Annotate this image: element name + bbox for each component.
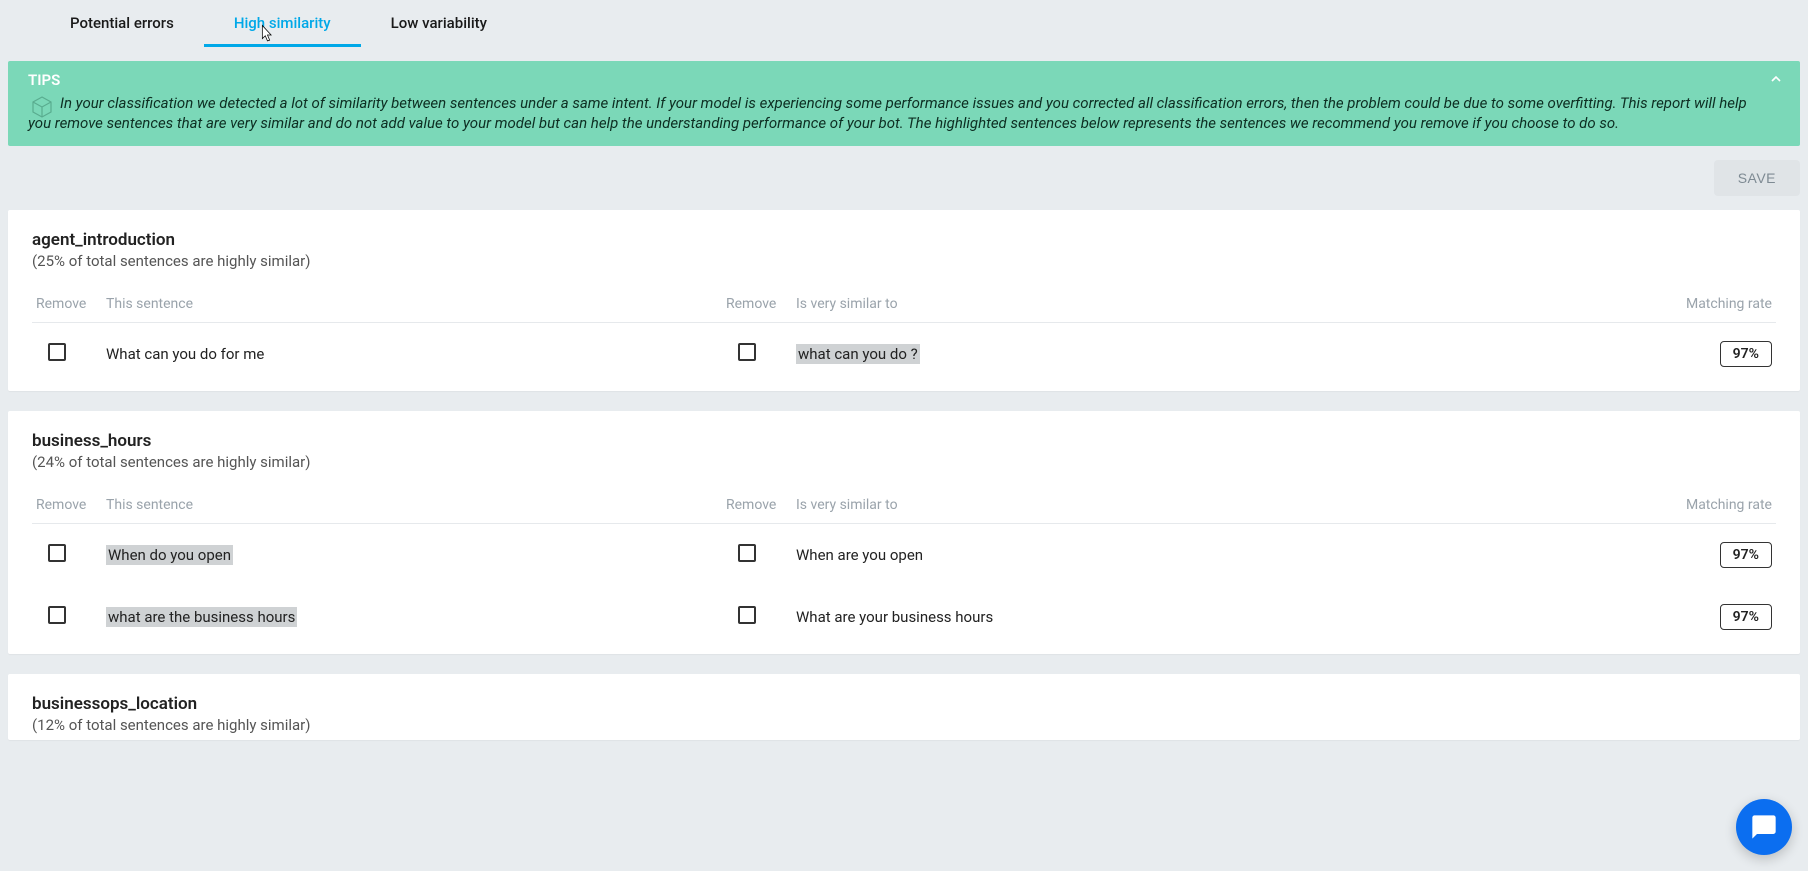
table-row: When do you open When are you open 97%	[32, 523, 1776, 586]
matching-rate-badge: 97%	[1720, 341, 1772, 367]
remove-checkbox-right[interactable]	[738, 544, 756, 562]
similarity-table: RemoveThis sentenceRemoveIs very similar…	[32, 288, 1776, 385]
sentence-right: what can you do ?	[792, 322, 1666, 385]
remove-checkbox-left[interactable]	[48, 343, 66, 361]
tab-potential-errors[interactable]: Potential errors	[40, 0, 204, 47]
save-button[interactable]: SAVE	[1714, 160, 1800, 196]
sentence-right: When are you open	[792, 523, 1666, 586]
intent-name: agent_introduction	[32, 230, 1776, 250]
tab-high-similarity[interactable]: High similarity	[204, 0, 361, 47]
sentence-left: what are the business hours	[102, 586, 722, 648]
intent-card: business_hours (24% of total sentences ar…	[8, 411, 1800, 654]
table-header: Remove	[32, 288, 102, 323]
cube-icon	[30, 95, 54, 119]
tab-low-variability[interactable]: Low variability	[361, 0, 517, 47]
tips-banner: TIPS In your classification we detected …	[8, 61, 1800, 146]
intent-subtitle: (24% of total sentences are highly simil…	[32, 453, 1776, 471]
table-header: This sentence	[102, 288, 722, 323]
intent-cards: agent_introduction (25% of total sentence…	[0, 210, 1808, 740]
intent-name: business_hours	[32, 431, 1776, 451]
save-row: SAVE	[0, 146, 1808, 210]
remove-checkbox-right[interactable]	[738, 343, 756, 361]
intent-name: businessops_location	[32, 694, 1776, 714]
table-header: Matching rate	[1666, 489, 1776, 524]
remove-checkbox-left[interactable]	[48, 544, 66, 562]
tips-title: TIPS	[28, 71, 1760, 89]
matching-rate-badge: 97%	[1720, 604, 1772, 630]
tips-body: In your classification we detected a lot…	[28, 93, 1760, 134]
table-header: Matching rate	[1666, 288, 1776, 323]
intent-card: agent_introduction (25% of total sentence…	[8, 210, 1800, 391]
matching-rate-badge: 97%	[1720, 542, 1772, 568]
tips-collapse-icon[interactable]	[1768, 71, 1784, 91]
table-header: Is very similar to	[792, 288, 1666, 323]
intent-subtitle: (25% of total sentences are highly simil…	[32, 252, 1776, 270]
intent-subtitle: (12% of total sentences are highly simil…	[32, 716, 1776, 734]
chat-launcher[interactable]	[1736, 799, 1792, 855]
table-header: Is very similar to	[792, 489, 1666, 524]
similarity-table: RemoveThis sentenceRemoveIs very similar…	[32, 489, 1776, 648]
table-header: Remove	[722, 489, 792, 524]
table-header: Remove	[722, 288, 792, 323]
table-row: what are the business hours What are your…	[32, 586, 1776, 648]
remove-checkbox-left[interactable]	[48, 606, 66, 624]
table-row: What can you do for me what can you do ? 9…	[32, 322, 1776, 385]
intent-card: businessops_location (12% of total senten…	[8, 674, 1800, 740]
chat-icon	[1750, 813, 1778, 841]
table-header: This sentence	[102, 489, 722, 524]
sentence-left: What can you do for me	[102, 322, 722, 385]
sentence-right: What are your business hours	[792, 586, 1666, 648]
remove-checkbox-right[interactable]	[738, 606, 756, 624]
sentence-left: When do you open	[102, 523, 722, 586]
table-header: Remove	[32, 489, 102, 524]
tabs-bar: Potential errors High similarity Low var…	[0, 0, 1808, 47]
